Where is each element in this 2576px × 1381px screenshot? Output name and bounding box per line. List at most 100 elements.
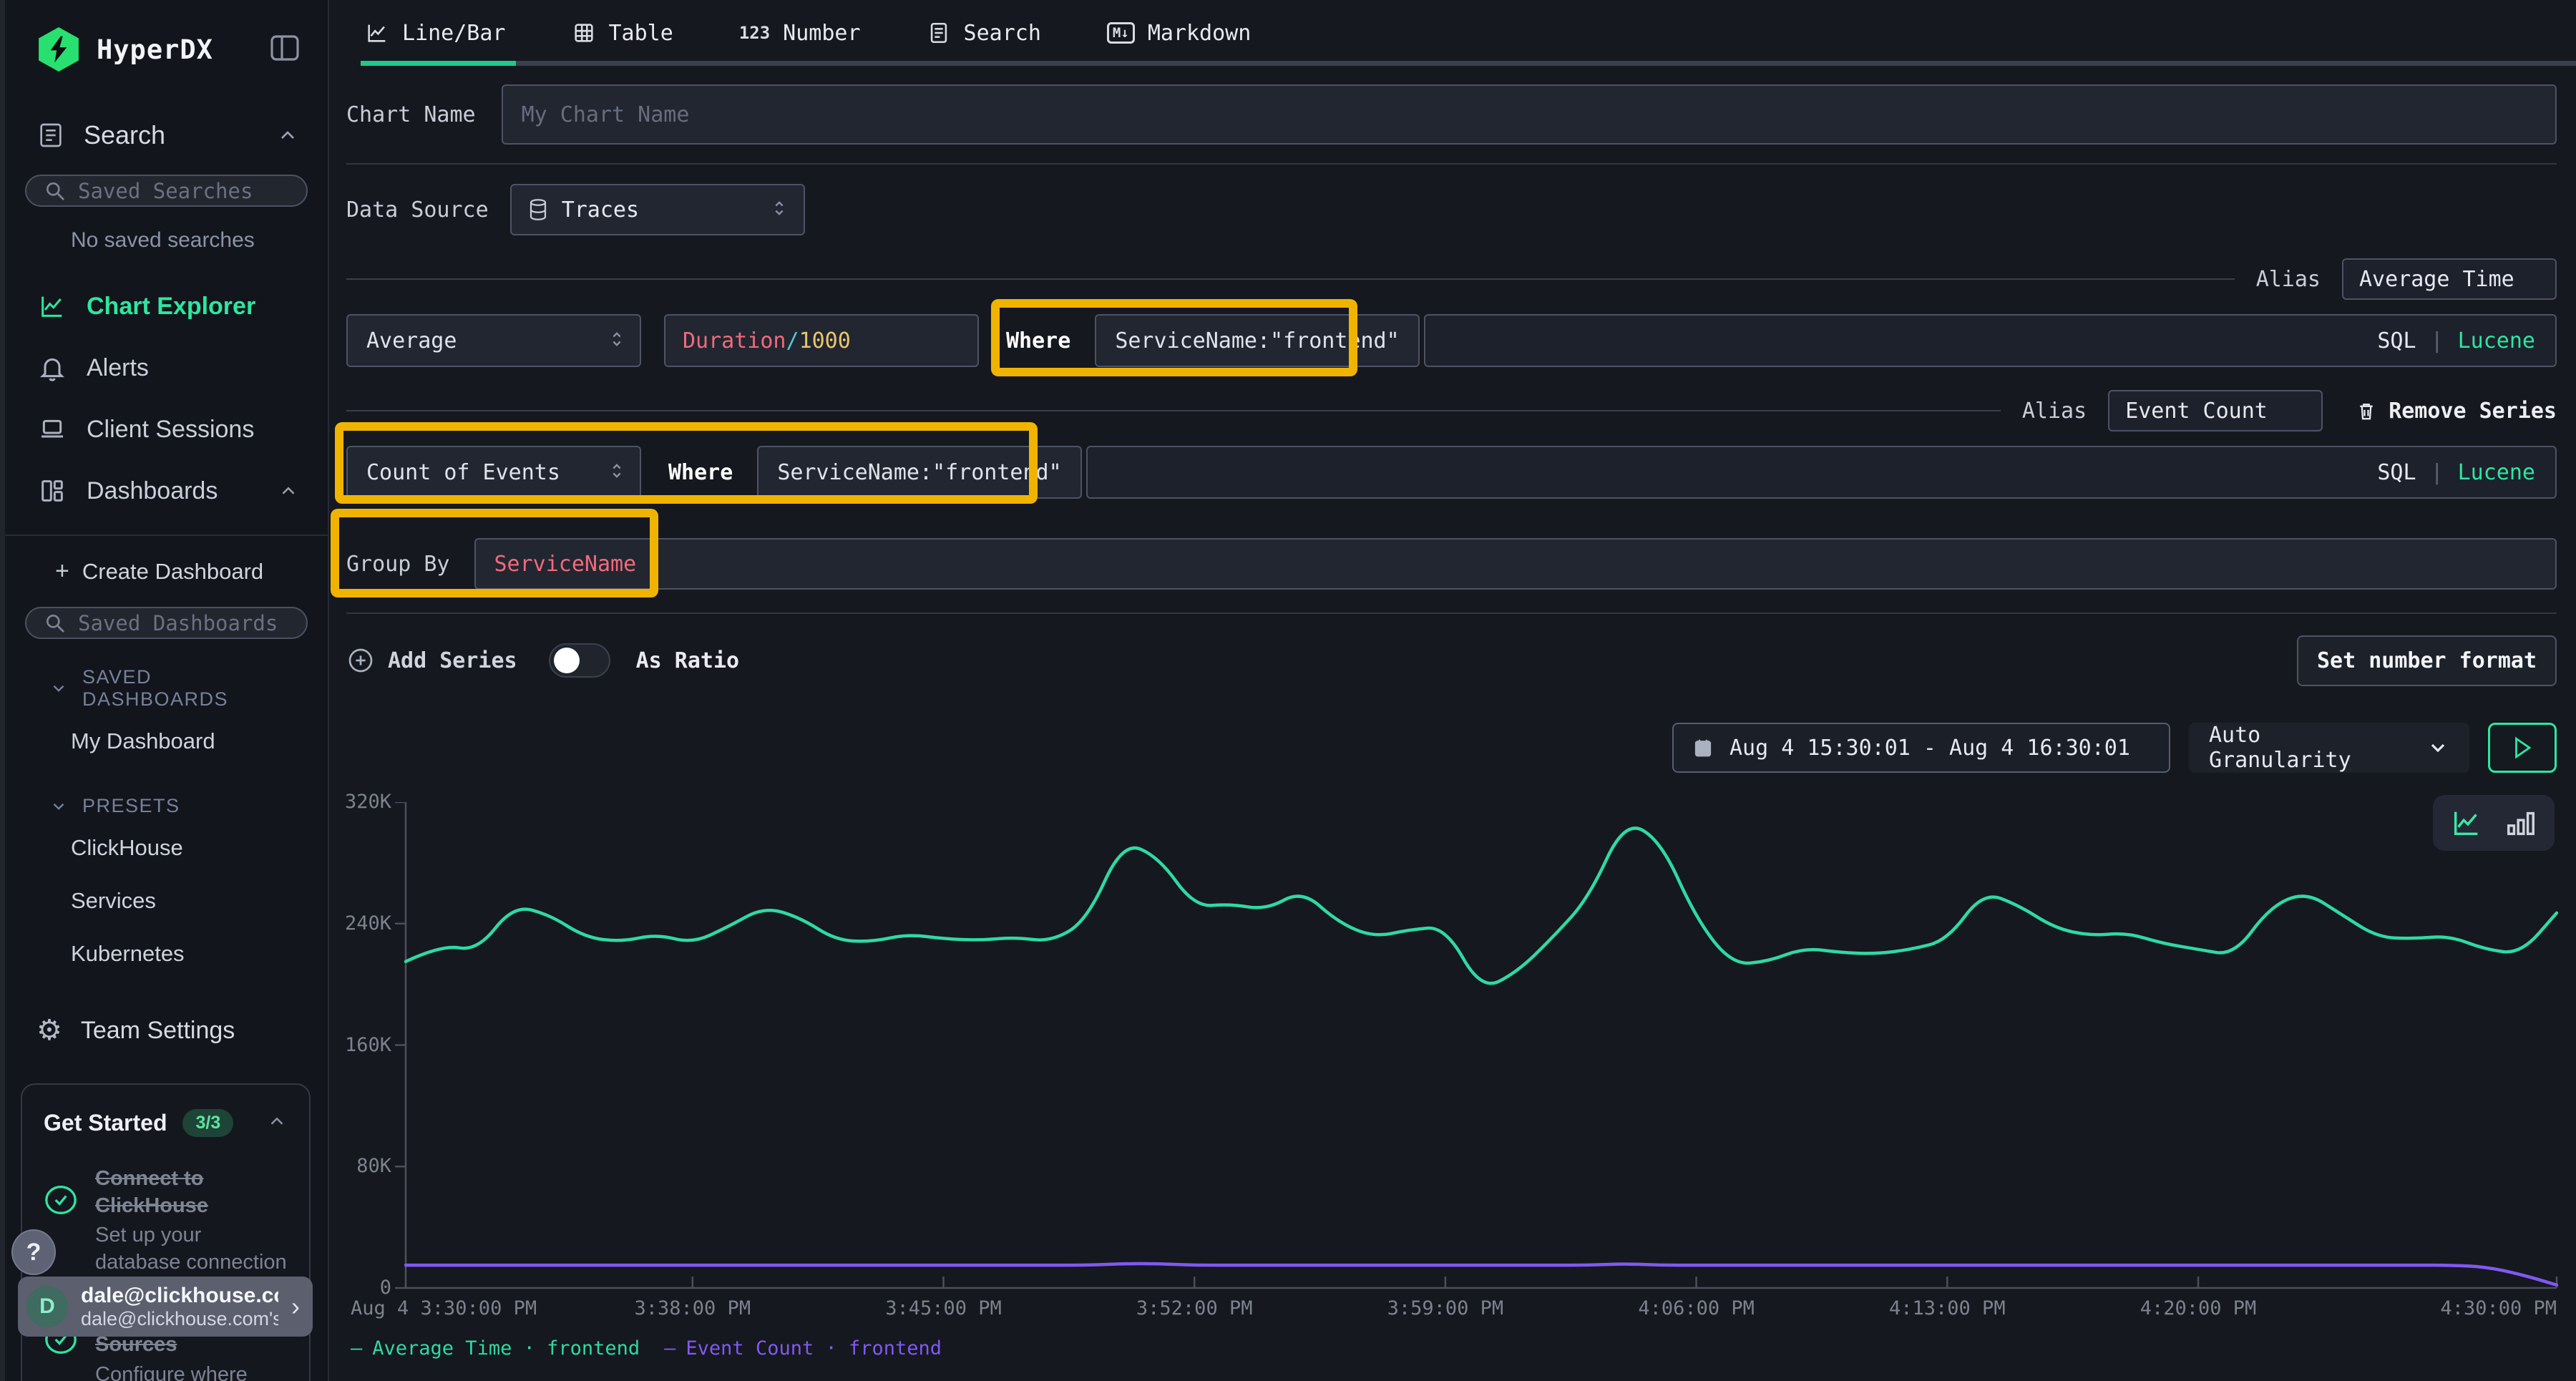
markdown-icon: M↓	[1107, 22, 1135, 44]
sql-mode-link[interactable]: SQL	[2377, 328, 2416, 353]
help-button[interactable]: ?	[11, 1229, 56, 1275]
date-range-picker[interactable]: Aug 4 15:30:01 - Aug 4 16:30:01	[1672, 723, 2170, 773]
line-chart-toggle-icon[interactable]	[2450, 806, 2483, 839]
chart-type-tabbar: Line/Bar Table 123 Number Search M↓	[329, 0, 2576, 66]
chevron-updown-icon	[607, 459, 627, 485]
legend-item[interactable]: —Average Time · frontend	[351, 1337, 640, 1360]
saved-dashboards-search[interactable]: ⌘K	[25, 607, 308, 639]
chart-name-input[interactable]	[522, 102, 2537, 127]
where-label: Where	[668, 460, 733, 485]
create-dashboard-button[interactable]: + Create Dashboard	[5, 536, 328, 588]
series-2-query-mode-box[interactable]: SQL | Lucene	[1086, 446, 2557, 499]
run-query-button[interactable]	[2488, 723, 2557, 773]
timeseries-chart[interactable]: —Average Time · frontend —Event Count · f…	[329, 802, 2576, 1367]
magnifier-icon	[44, 180, 67, 202]
chevron-up-icon[interactable]	[266, 1111, 288, 1136]
x-axis-tick-label: 4:30:00 PM	[2399, 1297, 2557, 1319]
sidebar-item-kubernetes[interactable]: Kubernetes	[5, 927, 328, 980]
data-source-select[interactable]: Traces	[510, 184, 805, 235]
search-doc-icon	[927, 21, 951, 45]
step-title: Connect to ClickHouse	[95, 1166, 288, 1219]
saved-searches-search[interactable]: ⌘K	[25, 175, 308, 207]
tab-label: Number	[783, 21, 860, 46]
x-axis-tick-label: 4:13:00 PM	[1861, 1297, 2033, 1319]
sidebar-item-chart-explorer[interactable]: Chart Explorer	[5, 275, 328, 337]
chevron-up-icon[interactable]	[276, 124, 299, 147]
divider	[346, 613, 2557, 614]
tab-markdown[interactable]: M↓ Markdown	[1107, 0, 1251, 66]
user-email: dale@clickhouse.com	[81, 1284, 278, 1308]
tab-number[interactable]: 123 Number	[739, 0, 861, 66]
tab-label: Table	[609, 21, 673, 46]
set-number-format-button[interactable]: Set number format	[2297, 635, 2557, 686]
granularity-select[interactable]: Auto Granularity	[2189, 723, 2469, 773]
get-started-badge: 3/3	[182, 1109, 233, 1137]
y-axis-tick-label: 240K	[329, 912, 391, 935]
chart-builder-form: Chart Name Data Source Traces	[329, 84, 2576, 683]
search-section-label: Search	[84, 120, 165, 150]
sidebar-item-my-dashboard[interactable]: My Dashboard	[5, 715, 328, 768]
series-1-where-input[interactable]: ServiceName:"frontend"	[1095, 314, 1419, 367]
group-by-input[interactable]: ServiceName	[474, 538, 2557, 590]
sidebar-section-search[interactable]: Search	[5, 79, 328, 156]
aggregation-value: Count of Events	[366, 460, 607, 485]
tab-label: Line/Bar	[402, 21, 506, 46]
brand-row: HyperDX	[5, 0, 328, 79]
series-1-field-input[interactable]: Duration/1000	[664, 314, 979, 367]
lucene-mode-link[interactable]: Lucene	[2458, 460, 2535, 485]
sidebar-item-services[interactable]: Services	[5, 874, 328, 927]
tab-label: Search	[964, 21, 1041, 46]
series-1-query-mode-box[interactable]: SQL | Lucene	[1424, 314, 2557, 367]
sidebar-item-label: Client Sessions	[87, 416, 254, 444]
remove-series-button[interactable]: Remove Series	[2356, 399, 2557, 424]
sidebar-item-alerts[interactable]: Alerts	[5, 337, 328, 399]
as-ratio-toggle[interactable]	[549, 643, 610, 678]
alias-label: Alias	[2022, 399, 2087, 424]
series-1-alias-input[interactable]	[2342, 258, 2557, 300]
table-icon	[572, 21, 596, 45]
sidebar-nav: Chart Explorer Alerts Client Sessions Da…	[5, 275, 328, 522]
series-1-aggregation-select[interactable]: Average	[346, 314, 641, 367]
sidebar-item-clickhouse[interactable]: ClickHouse	[5, 821, 328, 874]
add-series-label: Add Series	[388, 648, 517, 673]
tab-table[interactable]: Table	[572, 0, 673, 66]
field-expression: Duration/1000	[683, 328, 851, 353]
chart-line-icon	[38, 292, 67, 321]
granularity-value: Auto Granularity	[2209, 723, 2406, 773]
chart-display-toggle	[2433, 795, 2555, 851]
team-settings-button[interactable]: ⚙ Team Settings	[5, 980, 328, 1052]
tab-label: Markdown	[1148, 21, 1252, 46]
saved-dashboards-section-header[interactable]: SAVED DASHBOARDS	[5, 639, 328, 715]
remove-series-label: Remove Series	[2389, 399, 2557, 424]
lucene-mode-link[interactable]: Lucene	[2458, 328, 2535, 353]
x-axis-tick-label: 3:59:00 PM	[1360, 1297, 1531, 1319]
get-started-item[interactable]: Connect to ClickHouse Set up your databa…	[44, 1166, 288, 1277]
bar-chart-toggle-icon[interactable]	[2504, 806, 2537, 839]
saved-searches-input[interactable]	[78, 179, 342, 203]
divider	[346, 410, 2001, 411]
gear-icon: ⚙	[36, 1016, 62, 1045]
sidebar-collapse-icon[interactable]	[268, 32, 302, 67]
series-2-where-input[interactable]: ServiceName:"frontend"	[757, 446, 1081, 499]
chart-name-row: Chart Name	[346, 84, 2557, 145]
add-series-button[interactable]: Add Series	[346, 646, 517, 675]
saved-dashboards-input[interactable]	[78, 611, 342, 635]
series-2-aggregation-select[interactable]: Count of Events	[346, 446, 641, 499]
sidebar-item-client-sessions[interactable]: Client Sessions	[5, 399, 328, 460]
sidebar-item-dashboards[interactable]: Dashboards	[5, 460, 328, 522]
chevron-up-icon[interactable]	[278, 480, 299, 502]
presets-section-header[interactable]: PRESETS	[5, 768, 328, 821]
tab-search[interactable]: Search	[927, 0, 1041, 66]
sql-mode-link[interactable]: SQL	[2377, 460, 2416, 485]
create-dashboard-label: Create Dashboard	[82, 559, 263, 585]
alias-label: Alias	[2256, 267, 2321, 292]
data-source-label: Data Source	[346, 197, 489, 223]
dashboard-grid-icon	[38, 477, 67, 505]
legend-item[interactable]: —Event Count · frontend	[664, 1337, 942, 1360]
series-2-alias-input[interactable]	[2108, 390, 2323, 431]
search-section-icon	[36, 121, 65, 150]
bell-icon	[38, 353, 67, 382]
tab-line-bar[interactable]: Line/Bar	[365, 0, 506, 66]
user-menu[interactable]: D dale@clickhouse.com dale@clickhouse.co…	[18, 1277, 313, 1337]
get-started-title: Get Started	[44, 1110, 167, 1136]
